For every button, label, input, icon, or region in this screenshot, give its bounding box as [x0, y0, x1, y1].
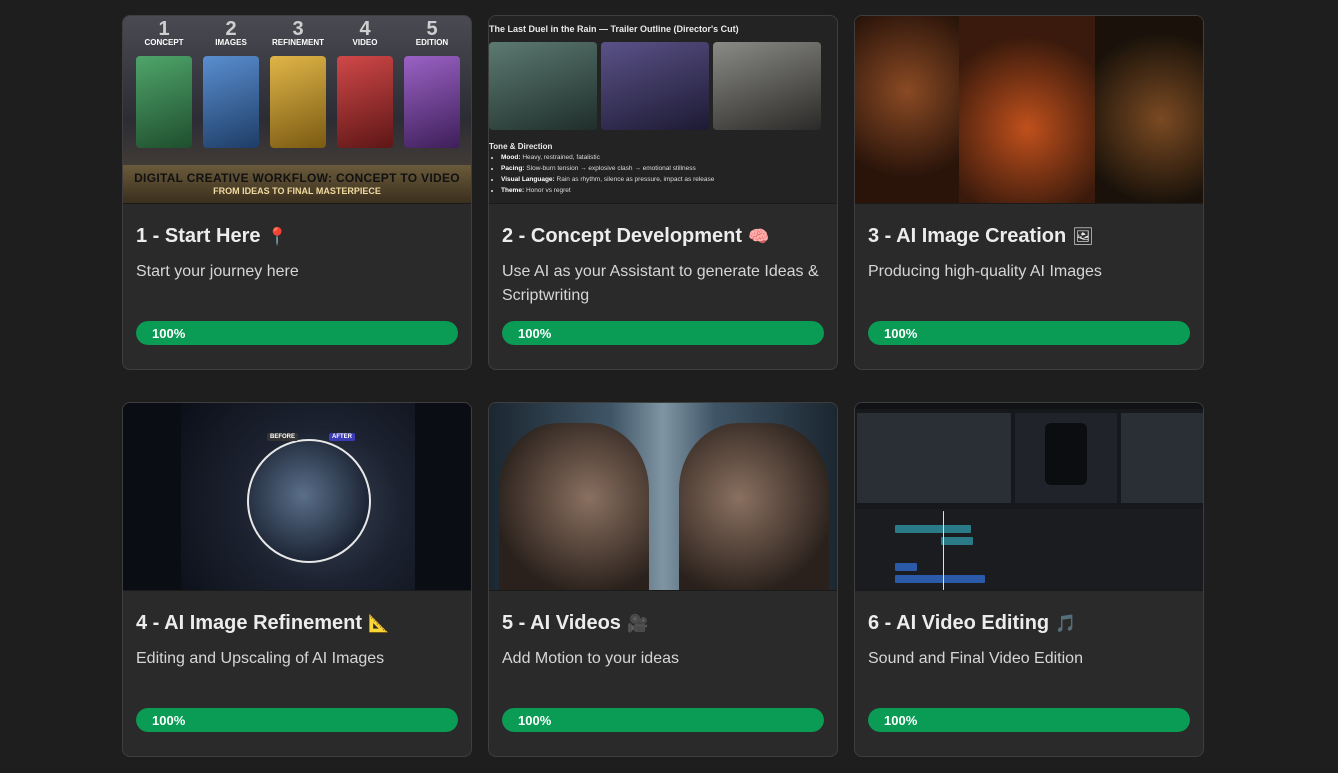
module-card-ai-video-editing[interactable]: 6 - AI Video Editing 🎵 Sound and Final Vi… [854, 402, 1204, 757]
module-thumbnail-warriors [855, 16, 1203, 204]
video-camera-icon [337, 56, 393, 148]
warrior-image [959, 16, 1095, 203]
banner-subtitle: FROM IDEAS TO FINAL MASTERPIECE [213, 186, 381, 196]
banner-title: DIGITAL CREATIVE WORKFLOW: CONCEPT TO VI… [134, 171, 460, 185]
editor-preview-image [1045, 423, 1087, 485]
music-note-icon: 🎵 [1055, 614, 1077, 634]
workflow-step-label: VIDEO [352, 38, 378, 47]
module-card-start-here[interactable]: 1 2 3 4 5 CONCEPT IMAGES REFINEMENT VIDE… [122, 15, 472, 370]
editor-properties-panel [1121, 413, 1203, 503]
brain-icon: 🧠 [748, 227, 770, 247]
outline-bullet: Theme: Honor vs regret [501, 185, 714, 196]
progress-label: 100% [152, 712, 186, 728]
module-title-text: 1 - Start Here [136, 225, 261, 247]
warrior-face-image [499, 423, 649, 590]
workflow-step-label: IMAGES [215, 38, 247, 47]
progress-fill: 100% [136, 321, 458, 345]
module-description: Use AI as your Assistant to generate Ide… [502, 263, 819, 304]
workflow-banner: DIGITAL CREATIVE WORKFLOW: CONCEPT TO VI… [123, 165, 471, 203]
module-title[interactable]: 3 - AI Image Creation 🖼 [868, 223, 1190, 250]
module-thumbnail-editor [855, 403, 1203, 591]
module-description: Editing and Upscaling of AI Images [136, 650, 385, 667]
progress-label: 100% [884, 325, 918, 341]
module-description: Sound and Final Video Edition [868, 650, 1083, 667]
module-title[interactable]: 4 - AI Image Refinement 📐 [136, 610, 458, 637]
warrior-face-image [679, 423, 829, 590]
outline-bullet: Pacing: Slow-burn tension → explosive cl… [501, 163, 714, 174]
module-thumbnail-duel [489, 403, 837, 591]
progress-fill: 100% [868, 708, 1190, 732]
workflow-step-label: CONCEPT [144, 38, 184, 47]
storyboard-image [489, 42, 597, 130]
progress-bar: 100% [868, 321, 1190, 345]
progress-bar: 100% [868, 708, 1190, 732]
course-grid: 1 2 3 4 5 CONCEPT IMAGES REFINEMENT VIDE… [122, 15, 1204, 757]
storyboard-image [601, 42, 709, 130]
picture-icon: 🖼 [1072, 227, 1094, 247]
outline-section-heading: Tone & Direction [489, 142, 553, 151]
module-title[interactable]: 5 - AI Videos 🎥 [502, 610, 824, 637]
module-title-text: 4 - AI Image Refinement [136, 612, 362, 634]
module-title-text: 2 - Concept Development [502, 225, 743, 247]
progress-bar: 100% [502, 708, 824, 732]
module-description: Start your journey here [136, 263, 299, 280]
outline-bullets: Mood: Heavy, restrained, fatalistic Paci… [489, 152, 714, 196]
progress-label: 100% [152, 325, 186, 341]
progress-fill: 100% [502, 321, 824, 345]
playhead [943, 511, 944, 590]
progress-label: 100% [884, 712, 918, 728]
module-card-concept-development[interactable]: The Last Duel in the Rain — Trailer Outl… [488, 15, 838, 370]
module-title-text: 5 - AI Videos [502, 612, 621, 634]
pin-icon: 📍 [266, 227, 288, 247]
outline-bullet: Visual Language: Rain as rhythm, silence… [501, 174, 714, 185]
storyboard-image [713, 42, 821, 130]
progress-label: 100% [518, 325, 552, 341]
magnifier-icon [247, 439, 371, 563]
module-title[interactable]: 1 - Start Here 📍 [136, 223, 458, 250]
timeline-clip [895, 525, 971, 533]
timeline-clip [941, 537, 973, 545]
module-card-ai-image-refinement[interactable]: BEFORE AFTER 4 - AI Image Refinement 📐 Ed… [122, 402, 472, 757]
module-card-ai-videos[interactable]: 5 - AI Videos 🎥 Add Motion to your ideas … [488, 402, 838, 757]
warrior-image [855, 16, 959, 203]
outline-title: The Last Duel in the Rain — Trailer Outl… [489, 24, 739, 34]
module-title-text: 3 - AI Image Creation [868, 225, 1067, 247]
module-description: Add Motion to your ideas [502, 650, 679, 667]
editor-media-panel [857, 413, 1011, 503]
progress-fill: 100% [136, 708, 458, 732]
ruler-icon: 📐 [367, 614, 390, 634]
module-description: Producing high-quality AI Images [868, 263, 1102, 280]
progress-bar: 100% [136, 708, 458, 732]
module-thumbnail-workflow: 1 2 3 4 5 CONCEPT IMAGES REFINEMENT VIDE… [123, 16, 471, 204]
module-title-text: 6 - AI Video Editing [868, 612, 1050, 634]
outline-bullet: Mood: Heavy, restrained, fatalistic [501, 152, 714, 163]
progress-label: 100% [518, 712, 552, 728]
tablet-icon [203, 56, 259, 148]
layers-icon [270, 56, 326, 148]
editor-menubar [855, 403, 1203, 409]
timeline-clip [895, 575, 985, 583]
module-title[interactable]: 2 - Concept Development 🧠 [502, 223, 824, 250]
warrior-image [1095, 16, 1203, 203]
module-title[interactable]: 6 - AI Video Editing 🎵 [868, 610, 1190, 637]
module-card-ai-image-creation[interactable]: 3 - AI Image Creation 🖼 Producing high-qu… [854, 15, 1204, 370]
progress-fill: 100% [502, 708, 824, 732]
editing-desk-icon [404, 56, 460, 148]
film-camera-icon: 🎥 [626, 614, 649, 634]
workflow-step-label: REFINEMENT [272, 38, 324, 47]
after-tag: AFTER [329, 433, 355, 441]
lightbulb-icon [136, 56, 192, 148]
timeline-clip [895, 563, 917, 571]
progress-bar: 100% [502, 321, 824, 345]
module-thumbnail-outline: The Last Duel in the Rain — Trailer Outl… [489, 16, 837, 204]
progress-bar: 100% [136, 321, 458, 345]
progress-fill: 100% [868, 321, 1190, 345]
module-thumbnail-before-after: BEFORE AFTER [123, 403, 471, 591]
workflow-step-label: EDITION [415, 38, 449, 47]
before-tag: BEFORE [267, 433, 299, 441]
